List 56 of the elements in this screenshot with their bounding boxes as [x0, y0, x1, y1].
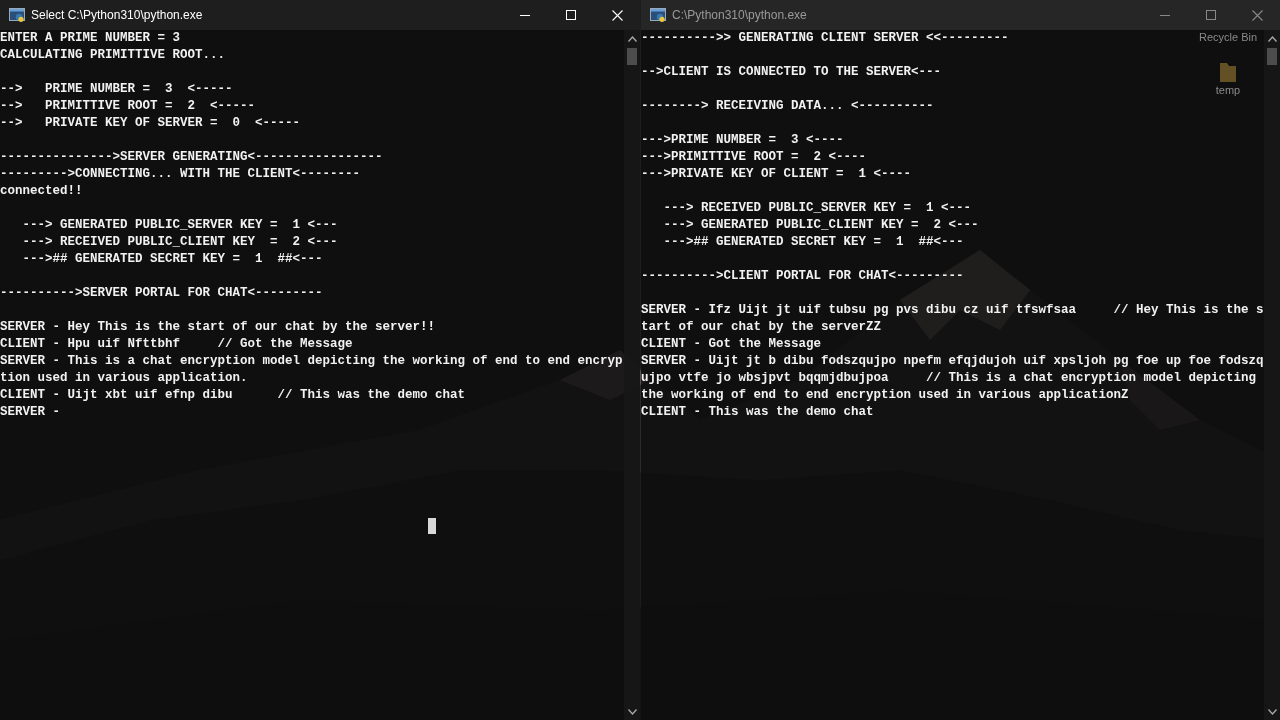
close-icon: [1251, 9, 1263, 21]
minimize-icon: [1160, 14, 1170, 16]
console-line: ---------->SERVER PORTAL FOR CHAT<---------: [0, 285, 323, 302]
console-line: ujpo vtfe jo wbsjpvt bqqmjdbujpoa // This is a chat encryption model depicting: [641, 370, 1257, 387]
scrollbar[interactable]: [624, 30, 640, 720]
console-line: SERVER - Uijt jt b dibu fodszqujpo npefm efqjdujoh uif xpsljoh pg foe up foe fodszq: [641, 353, 1264, 370]
close-icon: [611, 9, 623, 21]
console-line: CLIENT - Got the Message: [641, 336, 822, 353]
window-title: Select C:\Python310\python.exe: [31, 8, 204, 22]
scroll-thumb[interactable]: [627, 48, 637, 65]
console-line: CLIENT - Hpu uif Nfttbhf // Got the Message: [0, 336, 353, 353]
maximize-icon: [566, 10, 576, 20]
console-line: --> PRIVATE KEY OF SERVER = 0 <-----: [0, 115, 301, 132]
scrollbar[interactable]: [1264, 30, 1280, 720]
console-line: --------------->SERVER GENERATING<-----------------: [0, 149, 383, 166]
desktop-icon-label[interactable]: Recycle Bin: [1198, 31, 1258, 43]
console-line: --->PRIMITTIVE ROOT = 2 <----: [641, 149, 867, 166]
console-line: --> PRIME NUMBER = 3 <-----: [0, 81, 233, 98]
console-line: ---> GENERATED PUBLIC_CLIENT KEY = 2 <---: [662, 217, 979, 234]
console-line: --------->CONNECTING... WITH THE CLIENT<--------: [0, 166, 361, 183]
console-line: ---------->CLIENT PORTAL FOR CHAT<---------: [641, 268, 964, 285]
console-line: SERVER -: [0, 404, 60, 421]
console-line: SERVER - Ifz Uijt jt uif tubsu pg pvs dibu cz uif tfswfsaa // Hey This is the s: [641, 302, 1264, 319]
app-icon: [9, 7, 25, 23]
maximize-icon: [1206, 10, 1216, 20]
console-line: --> PRIMITTIVE ROOT = 2 <-----: [0, 98, 256, 115]
console-line: tion used in various application.: [0, 370, 248, 387]
console-line: --->## GENERATED SECRET KEY = 1 ##<---: [662, 234, 964, 251]
console-line: ---------->> GENERATING CLIENT SERVER <<---------: [641, 30, 1009, 47]
scroll-thumb[interactable]: [1267, 48, 1277, 65]
scroll-down-icon[interactable]: [627, 709, 637, 715]
console-line: the working of end to end encryption used in various applicationZ: [641, 387, 1129, 404]
scroll-up-icon[interactable]: [1267, 36, 1277, 42]
console-line: ---> RECEIVED PUBLIC_CLIENT KEY = 2 <---: [21, 234, 338, 251]
console-line: --->## GENERATED SECRET KEY = 1 ##<---: [21, 251, 323, 268]
console-line: connected!!: [0, 183, 83, 200]
minimize-icon: [520, 14, 530, 16]
window-title: C:\Python310\python.exe: [672, 8, 808, 22]
console-line: --------> RECEIVING DATA... <----------: [641, 98, 934, 115]
console-line: CALCULATING PRIMITTIVE ROOT...: [0, 47, 226, 64]
scroll-down-icon[interactable]: [1267, 709, 1277, 715]
console-line: CLIENT - Uijt xbt uif efnp dibu // This was the demo chat: [0, 387, 466, 404]
scroll-up-icon[interactable]: [627, 36, 637, 42]
console-line: --->PRIVATE KEY OF CLIENT = 1 <----: [641, 166, 912, 183]
console-line: SERVER - This is a chat encryption model depicting the working of end to end encryp: [0, 353, 623, 370]
app-icon: [650, 7, 666, 23]
console-line: tart of our chat by the serverZZ: [641, 319, 882, 336]
folder-icon[interactable]: [1219, 61, 1237, 83]
console-line: ENTER A PRIME NUMBER = 3: [0, 30, 181, 47]
desktop-icon-label[interactable]: temp: [1215, 84, 1241, 96]
console-line: SERVER - Hey This is the start of our chat by the server!!: [0, 319, 436, 336]
console-line: ---> GENERATED PUBLIC_SERVER KEY = 1 <---: [21, 217, 338, 234]
console-line: ---> RECEIVED PUBLIC_SERVER KEY = 1 <---: [662, 200, 972, 217]
console-line: --->PRIME NUMBER = 3 <----: [641, 132, 844, 149]
console-line: -->CLIENT IS CONNECTED TO THE SERVER<---: [641, 64, 942, 81]
console-line: CLIENT - This was the demo chat: [641, 404, 874, 421]
